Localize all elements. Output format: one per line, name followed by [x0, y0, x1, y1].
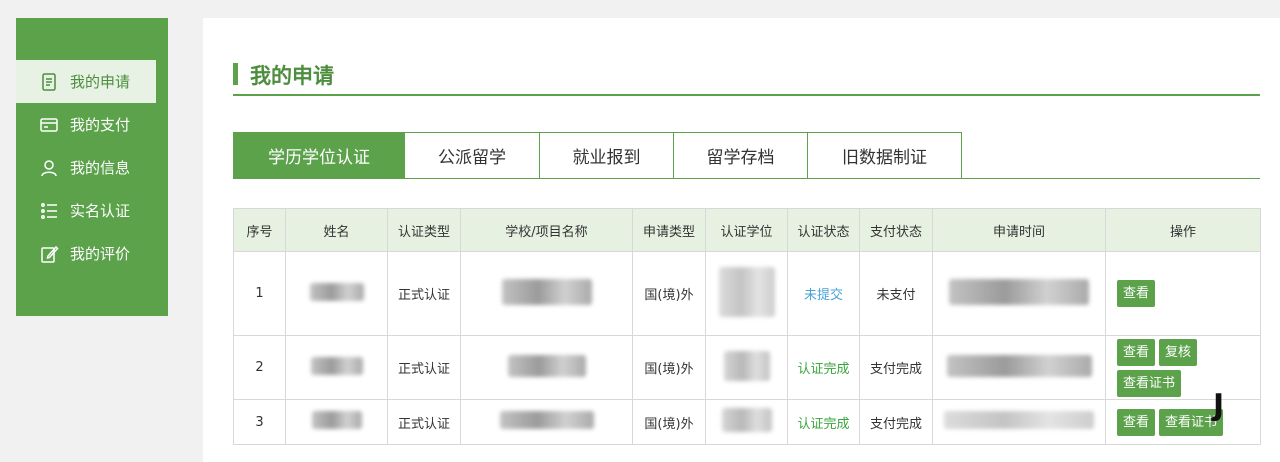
column-header: 学校/项目名称 [460, 208, 633, 252]
apply-type: 国(境)外 [632, 251, 706, 336]
column-header: 认证状态 [787, 208, 860, 252]
tab-government-study-abroad[interactable]: 公派留学 [405, 132, 540, 179]
watermark-logo: J [1213, 388, 1225, 423]
time-cell-redacted [932, 399, 1106, 445]
list-icon [38, 200, 60, 222]
actions-cell: 查看 查看证书 [1105, 399, 1261, 445]
tab-employment-report[interactable]: 就业报到 [540, 132, 674, 179]
time-cell-redacted [932, 251, 1106, 336]
card-icon [38, 114, 60, 136]
row-number: 1 [233, 251, 286, 336]
applications-table: 序号 姓名 认证类型 学校/项目名称 申请类型 认证学位 认证状态 支付状态 申… [233, 208, 1261, 445]
user-icon [38, 157, 60, 179]
time-cell-redacted [932, 335, 1106, 400]
view-button[interactable]: 查看 [1117, 408, 1156, 436]
degree-cell-redacted [705, 399, 788, 445]
table-row: 2 正式认证 国(境)外 认证完成 支付完成 查看 复核 查看证书 [233, 335, 1261, 400]
sidebar-item-label: 我的支付 [70, 116, 131, 134]
column-header: 操作 [1105, 208, 1261, 252]
status-badge: 认证完成 [787, 335, 860, 400]
recheck-button[interactable]: 复核 [1159, 338, 1198, 366]
sidebar-item-my-applications[interactable]: 我的申请 [16, 60, 156, 103]
page-title: 我的申请 [250, 64, 334, 88]
status-badge: 认证完成 [787, 399, 860, 445]
sidebar-item-label: 我的申请 [70, 73, 131, 91]
sidebar-item-my-reviews[interactable]: 我的评价 [16, 232, 168, 275]
table-row: 1 正式认证 国(境)外 未提交 未支付 查看 [233, 251, 1261, 336]
sidebar-item-real-name-auth[interactable]: 实名认证 [16, 189, 168, 232]
edit-icon [38, 243, 60, 265]
name-cell-redacted [285, 251, 388, 336]
sidebar-item-label: 我的评价 [70, 245, 131, 263]
sidebar-item-label: 我的信息 [70, 159, 131, 177]
title-accent-bar [233, 63, 238, 85]
payment-status: 支付完成 [859, 399, 933, 445]
school-cell-redacted [460, 251, 633, 336]
column-header: 序号 [233, 208, 286, 252]
sidebar-item-label: 实名认证 [70, 202, 131, 220]
degree-cell-redacted [705, 251, 788, 336]
verification-type: 正式认证 [387, 335, 461, 400]
apply-type: 国(境)外 [632, 399, 706, 445]
document-icon [38, 71, 60, 93]
view-button[interactable]: 查看 [1117, 338, 1156, 366]
sidebar-item-my-info[interactable]: 我的信息 [16, 146, 168, 189]
tab-degree-verification[interactable]: 学历学位认证 [233, 132, 405, 179]
actions-cell: 查看 [1105, 251, 1261, 336]
tab-legacy-certificate[interactable]: 旧数据制证 [808, 132, 962, 179]
actions-cell: 查看 复核 查看证书 [1105, 335, 1261, 400]
sidebar: 我的申请 我的支付 我的信息 实名认证 我的评价 [16, 18, 168, 316]
table-header-row: 序号 姓名 认证类型 学校/项目名称 申请类型 认证学位 认证状态 支付状态 申… [233, 208, 1261, 252]
view-certificate-button[interactable]: 查看证书 [1117, 369, 1182, 397]
status-badge: 未提交 [787, 251, 860, 336]
degree-cell-redacted [705, 335, 788, 400]
tab-bar: 学历学位认证 公派留学 就业报到 留学存档 旧数据制证 [233, 132, 1260, 179]
name-cell-redacted [285, 399, 388, 445]
column-header: 申请时间 [932, 208, 1106, 252]
column-header: 认证学位 [705, 208, 788, 252]
payment-status: 支付完成 [859, 335, 933, 400]
row-number: 2 [233, 335, 286, 400]
school-cell-redacted [460, 335, 633, 400]
column-header: 支付状态 [859, 208, 933, 252]
sidebar-item-my-payments[interactable]: 我的支付 [16, 103, 168, 146]
verification-type: 正式认证 [387, 399, 461, 445]
row-number: 3 [233, 399, 286, 445]
view-button[interactable]: 查看 [1117, 280, 1156, 307]
page-header: 我的申请 [233, 60, 1260, 96]
tab-study-abroad-archive[interactable]: 留学存档 [674, 132, 808, 179]
apply-type: 国(境)外 [632, 335, 706, 400]
name-cell-redacted [285, 335, 388, 400]
main-panel: 我的申请 学历学位认证 公派留学 就业报到 留学存档 旧数据制证 序号 姓名 认… [203, 18, 1280, 462]
column-header: 姓名 [285, 208, 388, 252]
column-header: 认证类型 [387, 208, 461, 252]
column-header: 申请类型 [632, 208, 706, 252]
school-cell-redacted [460, 399, 633, 445]
table-row: 3 正式认证 国(境)外 认证完成 支付完成 查看 查看证书 [233, 399, 1261, 445]
payment-status: 未支付 [859, 251, 933, 336]
verification-type: 正式认证 [387, 251, 461, 336]
